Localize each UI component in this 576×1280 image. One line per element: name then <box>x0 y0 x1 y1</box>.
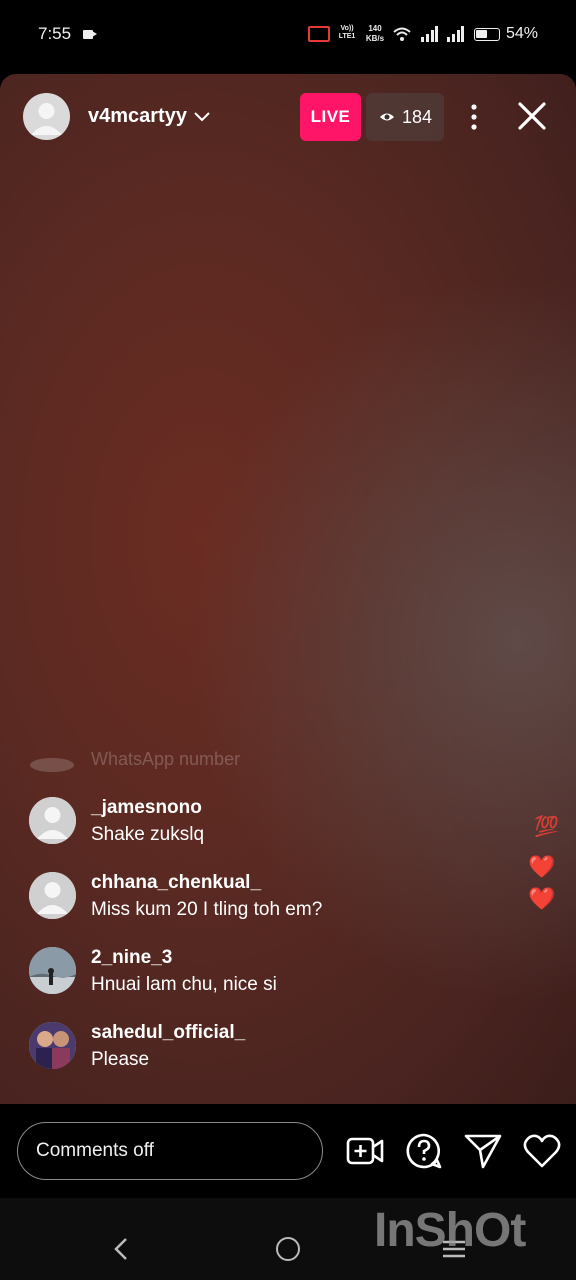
status-bar: 7:55 Vo)) LTE1 140 KB/s 54% <box>0 0 576 72</box>
viewer-count: 184 <box>402 107 433 127</box>
photo-avatar <box>29 1022 76 1069</box>
default-avatar-icon <box>31 103 62 135</box>
live-bottom-bar: Comments off <box>0 1104 576 1198</box>
battery-level <box>476 30 488 38</box>
eye-icon <box>380 113 394 121</box>
battery-percent: 54% <box>506 25 539 42</box>
comment-item[interactable]: 2_nine_3 Hnuai lam chu, nice si <box>0 947 520 1007</box>
status-time: 7:55 <box>38 24 72 43</box>
volte-indicator: Vo)) LTE1 <box>338 25 356 40</box>
cast-icon <box>308 26 330 42</box>
inshot-watermark: InShOt <box>374 1204 526 1257</box>
comment-username[interactable]: sahedul_official_ <box>91 1022 245 1044</box>
photo-avatar <box>29 947 76 994</box>
comment-text: Hnuai lam chu, nice si <box>91 974 277 995</box>
hundred-reaction-icon: 💯 <box>534 816 559 838</box>
comment-avatar[interactable] <box>29 797 76 844</box>
wifi-icon <box>393 27 411 41</box>
close-icon[interactable] <box>514 98 550 134</box>
heart-reaction-icon: ❤️ <box>528 854 556 879</box>
default-avatar-icon <box>29 797 76 844</box>
faded-comment: WhatsApp number <box>91 749 241 769</box>
comment-input-placeholder: Comments off <box>36 1140 154 1161</box>
viewer-count-badge[interactable]: 184 <box>366 93 444 141</box>
heart-icon[interactable] <box>522 1131 562 1171</box>
send-icon[interactable] <box>463 1131 503 1171</box>
back-icon[interactable] <box>110 1236 132 1262</box>
comment-avatar[interactable] <box>29 1022 76 1069</box>
comment-text: Shake zukslq <box>91 824 205 845</box>
heart-reaction-icon: ❤️ <box>528 886 556 911</box>
question-icon[interactable] <box>404 1131 444 1171</box>
comment-item[interactable]: chhana_chenkual_ Miss kum 20 I tling toh… <box>0 872 520 932</box>
comment-text: Please <box>91 1049 150 1070</box>
host-avatar[interactable] <box>23 93 70 140</box>
signal-icon-1 <box>421 26 438 42</box>
home-icon[interactable] <box>276 1237 300 1261</box>
video-record-icon <box>83 30 97 39</box>
comment-avatar[interactable] <box>29 947 76 994</box>
signal-icon-2 <box>447 26 464 42</box>
comment-avatar[interactable] <box>29 872 76 919</box>
comment-item[interactable]: sahedul_official_ Please <box>0 1022 520 1082</box>
live-badge: LIVE <box>300 93 361 141</box>
host-username[interactable]: v4mcartyy <box>88 105 187 128</box>
faded-comment-avatar <box>30 758 74 772</box>
default-avatar-icon <box>29 872 76 919</box>
chevron-down-icon[interactable] <box>193 108 211 126</box>
comment-username[interactable]: 2_nine_3 <box>91 947 172 969</box>
battery-icon <box>474 28 500 41</box>
comment-input[interactable]: Comments off <box>17 1122 323 1180</box>
comment-username[interactable]: chhana_chenkual_ <box>91 872 261 894</box>
comment-item[interactable]: _jamesnono Shake zukslq <box>0 797 520 857</box>
add-video-icon[interactable] <box>345 1131 385 1171</box>
more-options-icon[interactable] <box>462 100 486 134</box>
comment-username[interactable]: _jamesnono <box>91 797 202 819</box>
network-speed: 140 KB/s <box>365 24 385 43</box>
comment-text: Miss kum 20 I tling toh em? <box>91 899 323 920</box>
